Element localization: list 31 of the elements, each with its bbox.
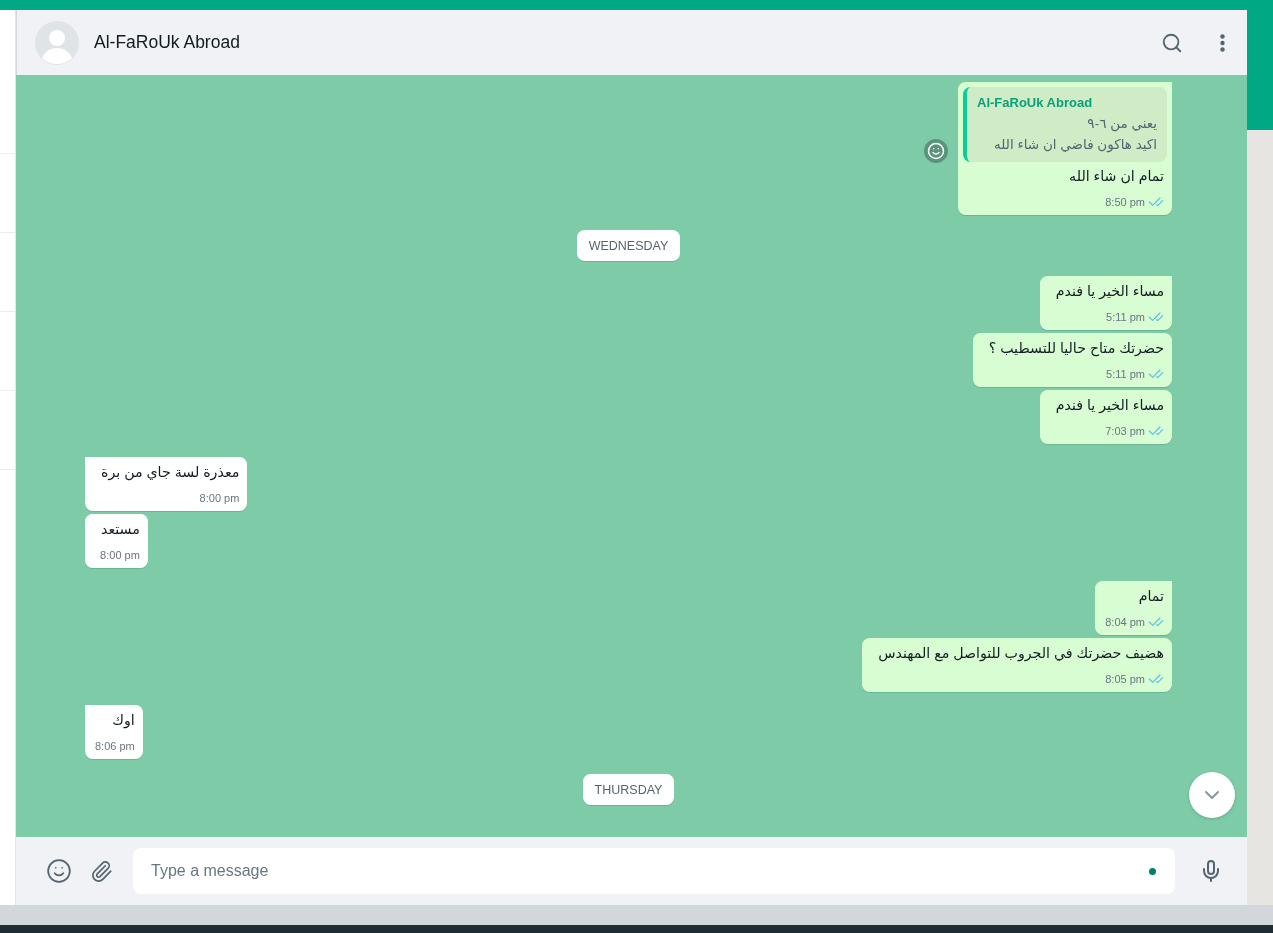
message-time: 8:06 pm: [95, 739, 135, 752]
message-time: 8:50 pm: [1105, 195, 1145, 208]
message-text: مساء الخير يا فندم: [1054, 396, 1164, 415]
day-separator: WEDNESDAY: [576, 230, 681, 261]
message-text: اوك: [111, 711, 135, 731]
quoted-text: اكيد هاكون فاضي ان شاء الله: [993, 136, 1157, 155]
message-text: حضرتك متاح حاليا للتسطيب ؟: [987, 339, 1164, 359]
emoji-reaction-icon[interactable]: [924, 139, 948, 163]
paperclip-icon: [90, 859, 113, 883]
message-text: مستعد: [100, 520, 140, 539]
search-icon: [1161, 31, 1183, 54]
message-text: تمام ان شاء الله: [1068, 167, 1164, 186]
message-time: 8:00 pm: [199, 491, 240, 504]
message-time: 7:03 pm: [1105, 424, 1145, 437]
message-text: مساء الخير يا فندم: [1054, 282, 1164, 301]
menu-icon: [1220, 33, 1225, 52]
message-time: 8:00 pm: [100, 548, 140, 561]
smiley-icon: [46, 858, 72, 884]
message-time: 5:11 pm: [1106, 310, 1145, 323]
message-input[interactable]: Type a message: [133, 848, 1175, 894]
status-dot: [1149, 868, 1156, 875]
message-text: معذرة لسة جاي من برة: [100, 463, 240, 483]
message-time: 5:11 pm: [1106, 367, 1145, 380]
message-text: تمام: [1137, 587, 1164, 606]
message-time: 8:05 pm: [1105, 672, 1145, 685]
quoted-text: يعني من ٦-٩: [1086, 115, 1157, 134]
message-time: 8:04 pm: [1105, 615, 1145, 628]
quoted-author: Al-FaRoUk Abroad: [977, 94, 1094, 112]
contact-name[interactable]: Al-FaRoUk Abroad: [94, 32, 1130, 53]
message-text: هضيف حضرتك في الجروب للتواصل مع المهندس: [877, 644, 1164, 664]
day-separator: THURSDAY: [582, 774, 675, 805]
